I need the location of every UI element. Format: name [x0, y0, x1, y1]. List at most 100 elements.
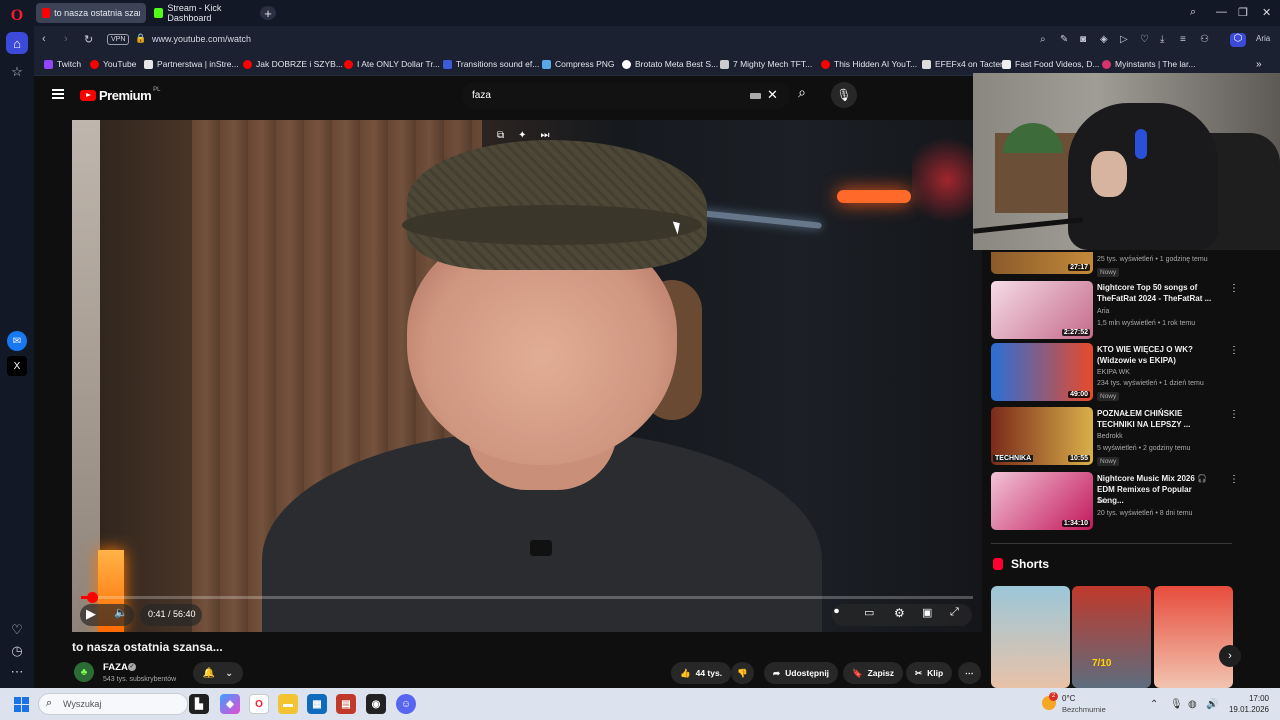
bookmark-item[interactable]: Jak DOBRZE i SZYB... — [243, 59, 343, 69]
bookmark-item[interactable]: Partnerstwa | inStre... — [144, 59, 239, 69]
skip-icon[interactable]: ⏭ — [541, 130, 550, 141]
opera-taskbar-icon[interactable]: O — [249, 694, 269, 714]
sparkle-icon[interactable]: ✦ — [518, 130, 526, 141]
obs-icon[interactable]: ◉ — [366, 694, 386, 714]
voice-search-icon[interactable]: 🎙 — [831, 82, 857, 108]
taskbar-search-input[interactable]: ⌕ Wyszukaj — [38, 693, 188, 715]
bookmark-item[interactable]: Twitch — [44, 59, 81, 69]
bookmark-item[interactable]: I Ate ONLY Dollar Tr... — [344, 59, 440, 69]
bookmark-item[interactable]: Compress PNG — [542, 59, 615, 69]
bookmark-item[interactable]: This Hidden AI YouT... — [821, 59, 917, 69]
microphone-icon[interactable]: 🎙 — [1170, 699, 1183, 710]
miniplayer-icon[interactable]: ⧉ — [497, 130, 504, 141]
autoplay-toggle-icon[interactable]: ⏺ — [834, 606, 839, 617]
short-thumbnail[interactable] — [991, 586, 1070, 688]
channel-name[interactable]: Aria — [1097, 308, 1109, 315]
more-options-icon[interactable]: ⋮ — [1229, 345, 1239, 356]
network-icon[interactable]: ◍ — [1188, 699, 1197, 710]
bookmark-item[interactable]: EFEFx4 on Tacter — [922, 59, 1003, 69]
home-icon[interactable]: ⌂ — [6, 32, 28, 54]
search-tabs-icon[interactable]: ⌕ — [1190, 6, 1196, 19]
fullscreen-icon[interactable]: ⤢ — [950, 606, 959, 619]
subscription-bell-button[interactable]: 🔔 ⌄ — [193, 662, 243, 684]
more-icon[interactable]: ⋯ — [7, 662, 27, 682]
file-explorer-icon[interactable]: ▬ — [278, 694, 298, 714]
reload-icon[interactable]: ↻ — [84, 33, 93, 46]
windows-start-icon[interactable] — [14, 697, 29, 712]
video-title[interactable]: POZNAŁEM CHIŃSKIE TECHNIKI NA LEPSZY ... — [1097, 408, 1217, 430]
edit-icon[interactable]: ✎ — [1060, 34, 1068, 45]
url-field[interactable]: www.youtube.com/watch — [152, 34, 251, 44]
channel-name[interactable]: Bedrokk — [1097, 433, 1123, 440]
video-title[interactable]: Nightcore Music Mix 2026 🎧 EDM Remixes o… — [1097, 473, 1217, 506]
tab-youtube[interactable]: to nasza ostatnia szansa... — [36, 3, 146, 23]
heart-icon[interactable]: ♡ — [7, 620, 27, 640]
bookmark-item[interactable]: Transitions sound ef... — [443, 59, 539, 69]
dislike-button[interactable]: 👎 — [731, 662, 754, 684]
clock-time[interactable]: 17:00 — [1229, 694, 1269, 703]
profile-icon[interactable]: ⚇ — [1200, 34, 1209, 45]
video-thumbnail[interactable]: TECHNIKA 10:55 — [991, 407, 1093, 465]
store-icon[interactable]: ▦ — [307, 694, 327, 714]
progress-scrubber[interactable] — [86, 592, 98, 603]
video-title[interactable]: Nightcore Top 50 songs of TheFatRat 2024… — [1097, 282, 1217, 304]
clip-button[interactable]: ✂ Klip — [906, 662, 953, 684]
tray-chevron-up-icon[interactable]: ⌃ — [1150, 699, 1158, 710]
clock-date[interactable]: 19.01.2026 — [1221, 705, 1269, 714]
video-thumbnail[interactable]: 27:17 — [991, 252, 1093, 274]
vpn-badge[interactable]: VPN — [107, 34, 130, 45]
recommendation-item[interactable]: 49:00 KTO WIE WIĘCEJ O WK? (Widzowie vs … — [991, 343, 1251, 401]
keyboard-icon[interactable] — [750, 93, 761, 99]
channel-name[interactable]: FAZA — [103, 662, 128, 673]
recommendation-item[interactable]: 2:27:52 Nightcore Top 50 songs of TheFat… — [991, 281, 1251, 339]
progress-bar[interactable] — [81, 592, 973, 603]
more-actions-button[interactable]: ⋯ — [958, 662, 981, 684]
bookmarks-overflow-icon[interactable]: » — [1256, 59, 1262, 70]
star-icon[interactable]: ☆ — [7, 62, 27, 82]
settings-icon[interactable]: ⚙ — [894, 606, 905, 620]
forward-icon[interactable]: › — [64, 33, 68, 45]
like-button[interactable]: 👍 44 tys. — [671, 662, 732, 684]
recommendation-item[interactable]: 27:17 25 tys. wyświetleń • 1 godzinę tem… — [991, 252, 1251, 277]
bookmark-item[interactable]: Brotato Meta Best S... — [622, 59, 718, 69]
short-thumbnail[interactable] — [1154, 586, 1233, 688]
channel-name[interactable]: Aria — [1097, 498, 1109, 505]
bookmark-item[interactable]: 7 Mighty Mech TFT... — [720, 59, 812, 69]
video-editor-icon[interactable]: ▤ — [336, 694, 356, 714]
chevron-right-icon[interactable]: › — [1219, 645, 1241, 667]
x-icon[interactable]: X — [7, 356, 27, 376]
back-icon[interactable]: ‹ — [42, 33, 46, 45]
volume-icon[interactable]: 🔈 — [114, 606, 128, 619]
video-thumbnail[interactable]: 2:27:52 — [991, 281, 1093, 339]
bookmark-item[interactable]: Fast Food Videos, D... — [1002, 59, 1099, 69]
clear-search-icon[interactable]: ✕ — [767, 87, 778, 103]
recommendation-item[interactable]: 1:34:10 Nightcore Music Mix 2026 🎧 EDM R… — [991, 472, 1251, 530]
tab-kick[interactable]: Stream - Kick Dashboard — [148, 3, 268, 23]
subtitles-icon[interactable]: ▭ — [864, 606, 874, 619]
camera-icon[interactable]: ◙ — [1080, 34, 1086, 45]
shield-icon[interactable]: ◈ — [1100, 34, 1108, 45]
video-thumbnail[interactable]: 49:00 — [991, 343, 1093, 401]
play-icon[interactable]: ▶ — [86, 606, 96, 622]
maximize-icon[interactable]: ❐ — [1238, 6, 1248, 19]
heart-icon[interactable]: ♡ — [1140, 34, 1149, 45]
copilot-icon[interactable]: ◆ — [220, 694, 240, 714]
channel-avatar[interactable]: ♣ — [74, 662, 94, 682]
messenger-icon[interactable]: ✉ — [7, 331, 27, 351]
share-button[interactable]: ➦ Udostępnij — [764, 662, 839, 684]
menu-icon[interactable] — [52, 89, 64, 99]
close-window-icon[interactable]: ✕ — [1262, 6, 1271, 19]
history-icon[interactable]: ◷ — [7, 641, 27, 661]
search-input[interactable]: faza ✕ — [462, 82, 790, 109]
lock-icon[interactable]: 🔒 — [135, 33, 146, 44]
theater-mode-icon[interactable]: ▣ — [922, 606, 932, 619]
new-tab-button[interactable]: + — [260, 6, 276, 21]
short-thumbnail[interactable]: 7/10 — [1072, 586, 1151, 688]
extension-icon[interactable]: ⬡ — [1230, 33, 1246, 47]
ai-icon[interactable]: Aria — [1256, 34, 1270, 43]
video-thumbnail[interactable]: 1:34:10 — [991, 472, 1093, 530]
opera-logo[interactable]: O — [7, 6, 27, 26]
youtube-premium-logo[interactable]: Premium PL — [80, 87, 160, 103]
discord-icon[interactable]: ☺ — [396, 694, 416, 714]
download-icon[interactable]: ⤓ — [1160, 34, 1164, 45]
